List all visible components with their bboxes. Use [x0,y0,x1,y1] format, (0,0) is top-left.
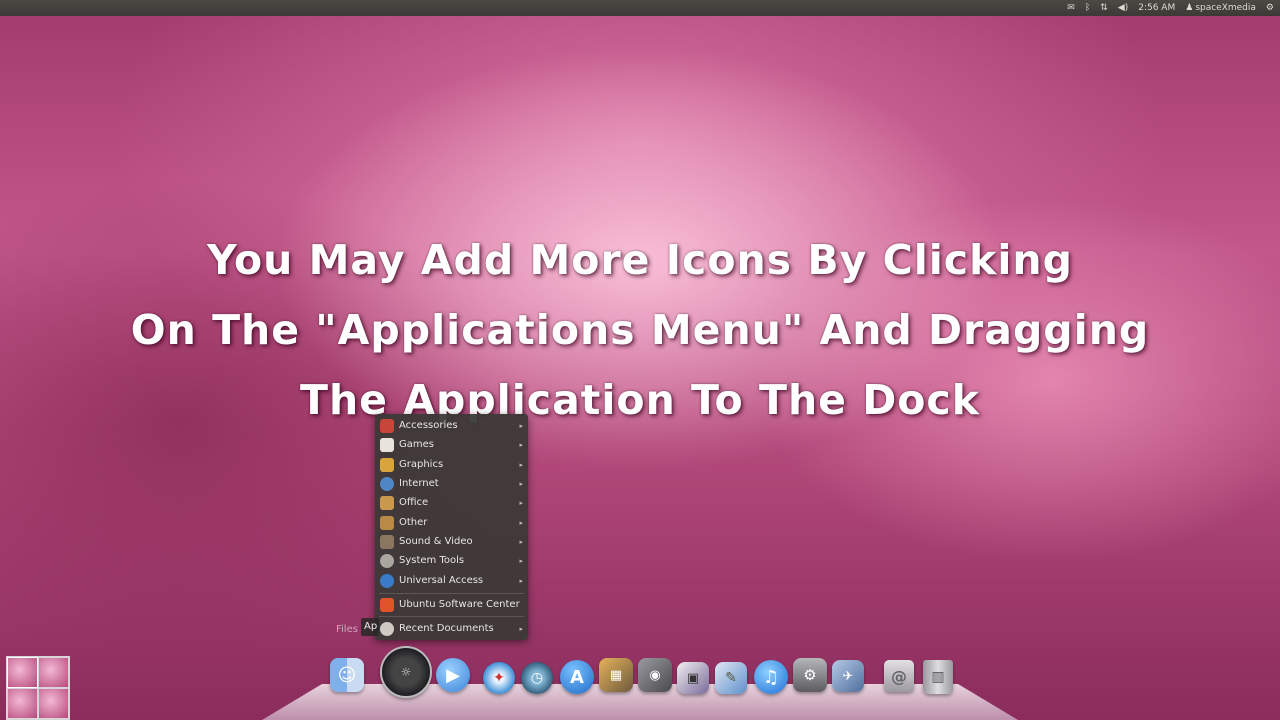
menu-item-recent-documents[interactable]: Recent Documents ▸ [375,619,528,638]
iphoto-icon[interactable]: ▦ [599,658,633,692]
workspace-4[interactable] [39,689,68,718]
workspace-switcher[interactable] [6,656,70,720]
mail-icon[interactable]: ✉ [1067,0,1075,16]
software-center-icon [380,597,394,612]
files-tooltip: Files [336,624,358,635]
graphics-icon [380,457,394,472]
menu-item-other[interactable]: Other ▸ [375,513,528,532]
submenu-arrow-icon: ▸ [519,440,523,449]
itunes-icon[interactable]: ♫ [754,660,788,694]
submenu-arrow-icon: ▸ [519,460,523,469]
submenu-arrow-icon: ▸ [519,518,523,527]
preview-icon[interactable]: ✈ [832,660,864,692]
trash-icon[interactable]: ▥ [923,660,953,694]
photo-booth-icon[interactable]: ◉ [638,658,672,692]
submenu-arrow-icon: ▸ [519,537,523,546]
menu-item-games[interactable]: Games ▸ [375,435,528,454]
menu-item-office[interactable]: Office ▸ [375,493,528,512]
caption-line-2: On The "Applications Menu" And Dragging [130,306,1150,354]
menu-item-accessories[interactable]: Accessories ▸ [375,416,528,435]
applications-menu: Accessories ▸ Games ▸ Graphics ▸ Interne… [375,414,528,640]
top-panel: ✉ ᛒ ⇅ ◀) 2:56 AM ♟ spaceXmedia ⚙ [0,0,1280,16]
submenu-arrow-icon: ▸ [519,576,523,585]
sound-video-icon [380,534,394,549]
mail-stamp-icon[interactable]: @ [884,660,914,692]
applications-menu-icon[interactable]: ☼ [380,646,432,698]
system-preferences-icon[interactable]: ⚙ [793,658,827,692]
safari-icon[interactable]: ✦ [483,662,515,694]
pencil-icon[interactable]: ✎ [715,662,747,694]
other-icon [380,515,394,530]
menu-item-graphics[interactable]: Graphics ▸ [375,455,528,474]
games-icon [380,437,394,452]
time-machine-icon[interactable]: ◷ [521,662,553,694]
workspace-2[interactable] [39,658,68,687]
office-icon [380,495,394,510]
menu-separator [379,593,524,594]
submenu-arrow-icon: ▸ [519,479,523,488]
menu-item-sound-video[interactable]: Sound & Video ▸ [375,532,528,551]
app-store-icon[interactable]: A [560,660,594,694]
caption-line-1: You May Add More Icons By Clicking [207,236,1073,284]
menu-item-internet[interactable]: Internet ▸ [375,474,528,493]
menu-separator [379,616,524,617]
image-viewer-icon[interactable]: ▣ [677,662,709,694]
finder-icon[interactable]: ☺ [330,658,364,692]
user-name: spaceXmedia [1195,3,1256,13]
network-icon[interactable]: ⇅ [1100,0,1108,16]
menu-item-universal-access[interactable]: Universal Access ▸ [375,571,528,590]
volume-icon[interactable]: ◀) [1118,0,1128,16]
submenu-arrow-icon: ▸ [519,498,523,507]
clock[interactable]: 2:56 AM [1138,0,1175,16]
universal-access-icon [380,573,394,588]
submenu-arrow-icon: ▸ [519,556,523,565]
bluetooth-icon[interactable]: ᛒ [1085,0,1090,16]
session-gear-icon[interactable]: ⚙ [1266,0,1274,16]
accessories-icon [380,418,394,433]
workspace-1[interactable] [7,657,38,688]
recent-documents-icon [380,621,394,636]
internet-icon [380,476,394,491]
ichat-icon[interactable]: ▶ [436,658,470,692]
submenu-arrow-icon: ▸ [519,421,523,430]
workspace-3[interactable] [8,689,37,718]
user-icon: ♟ [1185,3,1194,13]
submenu-arrow-icon: ▸ [519,624,523,633]
menu-item-system-tools[interactable]: System Tools ▸ [375,551,528,570]
caption-line-3: The Application To The Dock [300,376,980,424]
menu-item-software-center[interactable]: Ubuntu Software Center [375,595,528,614]
applications-tooltip: Ap [361,618,379,636]
system-tools-icon [380,553,394,568]
user-menu[interactable]: ♟ spaceXmedia [1185,0,1256,16]
